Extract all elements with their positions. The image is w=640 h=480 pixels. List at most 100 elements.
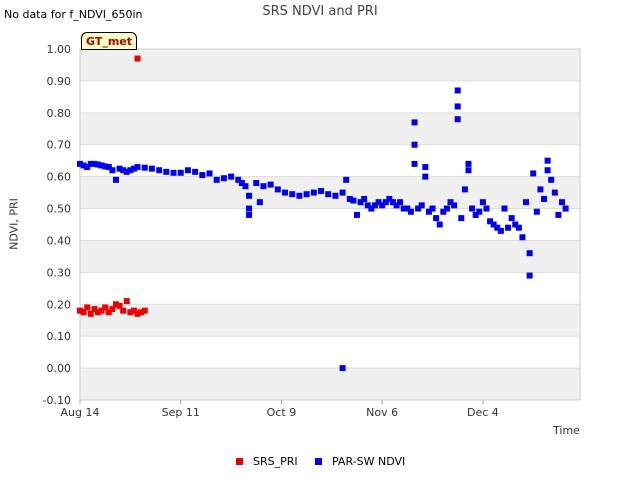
par-sw-ndvi-point [544, 167, 551, 174]
par-sw-ndvi-point [537, 186, 544, 193]
plot-band [80, 240, 580, 273]
par-sw-ndvi-point [220, 175, 227, 182]
srs-pri-point [134, 55, 141, 62]
par-sw-ndvi-point [256, 199, 263, 206]
par-sw-ndvi-point [303, 191, 310, 198]
par-sw-ndvi-point [134, 164, 141, 171]
par-sw-ndvi-point [497, 227, 504, 234]
par-sw-ndvi-point [228, 173, 235, 180]
y-tick-label: 0.70 [47, 139, 72, 152]
par-sw-ndvi-point [332, 192, 339, 199]
scatter-chart: -0.100.000.100.200.300.400.500.600.700.8… [43, 43, 581, 419]
legend-item-par-sw-ndvi[interactable]: PAR-SW NDVI [315, 455, 405, 468]
par-sw-ndvi-point [350, 197, 357, 204]
y-tick-label: 0.10 [47, 330, 72, 343]
par-sw-ndvi-point [436, 221, 443, 228]
par-sw-ndvi-point [289, 191, 296, 198]
par-sw-ndvi-point [465, 167, 472, 174]
par-sw-ndvi-point [310, 189, 317, 196]
y-tick-label: 1.00 [47, 43, 72, 56]
par-sw-ndvi-point [407, 208, 414, 215]
y-tick-label: 0.00 [47, 362, 72, 375]
par-sw-ndvi-point [422, 173, 429, 180]
par-sw-ndvi-point [544, 157, 551, 164]
par-sw-ndvi-point [458, 215, 465, 222]
plot-frame [79, 48, 581, 401]
par-sw-ndvi-point [246, 211, 253, 218]
par-sw-ndvi-point [454, 87, 461, 94]
par-sw-ndvi-point [199, 172, 206, 179]
par-sw-ndvi-point [141, 164, 148, 171]
par-sw-ndvi-point [433, 215, 440, 222]
par-sw-ndvi-point [530, 170, 537, 177]
station-badge[interactable]: GT_met [81, 32, 137, 50]
par-sw-ndvi-point [508, 215, 515, 222]
legend-swatch-srs-pri [236, 458, 243, 465]
par-sw-ndvi-point [461, 186, 468, 193]
par-sw-ndvi-point [253, 180, 260, 187]
x-tick-label: Sep 11 [162, 406, 200, 419]
y-tick-label: 0.20 [47, 298, 72, 311]
srs-pri-point [141, 307, 148, 314]
par-sw-ndvi-point [501, 205, 508, 212]
par-sw-ndvi-point [184, 167, 191, 174]
srs-pri-point [120, 307, 127, 314]
par-sw-ndvi-point [296, 192, 303, 199]
srs-pri-point [123, 298, 130, 305]
x-tick-label: Dec 4 [467, 406, 499, 419]
par-sw-ndvi-point [454, 103, 461, 110]
par-sw-ndvi-point [339, 189, 346, 196]
par-sw-ndvi-point [551, 189, 558, 196]
par-sw-ndvi-point [267, 181, 274, 188]
par-sw-ndvi-point [418, 202, 425, 209]
par-sw-ndvi-point [443, 205, 450, 212]
par-sw-ndvi-point [523, 199, 530, 206]
par-sw-ndvi-point [465, 160, 472, 167]
par-sw-ndvi-point [112, 176, 119, 183]
par-sw-ndvi-point [526, 250, 533, 257]
par-sw-ndvi-point [170, 169, 177, 176]
y-tick-label: 0.80 [47, 107, 72, 120]
par-sw-ndvi-point [325, 191, 332, 198]
x-tick-label: Nov 6 [366, 406, 398, 419]
par-sw-ndvi-point [318, 187, 325, 194]
plot-band [80, 368, 580, 400]
par-sw-ndvi-point [206, 170, 213, 177]
par-sw-ndvi-point [177, 169, 184, 176]
y-tick-labels: -0.100.000.100.200.300.400.500.600.700.8… [43, 43, 71, 407]
y-tick-label: 0.30 [47, 266, 72, 279]
par-sw-ndvi-point [454, 116, 461, 123]
par-sw-ndvi-point [148, 165, 155, 172]
par-sw-ndvi-point [109, 167, 116, 174]
par-sw-ndvi-point [163, 168, 170, 175]
par-sw-ndvi-point [343, 176, 350, 183]
par-sw-ndvi-point [479, 199, 486, 206]
par-sw-ndvi-point [260, 183, 267, 190]
par-sw-ndvi-point [192, 168, 199, 175]
par-sw-ndvi-point [476, 208, 483, 215]
plot-band [80, 304, 580, 337]
par-sw-ndvi-point [282, 189, 289, 196]
par-sw-ndvi-point [361, 195, 368, 202]
gridlines [79, 48, 580, 404]
plot-band [80, 112, 580, 145]
par-sw-ndvi-point [246, 205, 253, 212]
par-sw-ndvi-point [339, 365, 346, 372]
x-tick-labels: Aug 14 Sep 11 Oct 9 Nov 6 Dec 4 [61, 406, 499, 419]
legend-item-srs-pri[interactable]: SRS_PRI [236, 455, 298, 468]
x-tick-label: Oct 9 [267, 406, 297, 419]
par-sw-ndvi-point [242, 183, 249, 190]
par-sw-ndvi-point [562, 205, 569, 212]
par-sw-ndvi-point [483, 205, 490, 212]
par-sw-ndvi-point [505, 224, 512, 231]
legend-label-par-sw-ndvi: PAR-SW NDVI [332, 455, 406, 468]
y-tick-label: 0.60 [47, 171, 72, 184]
y-tick-label: 0.50 [47, 203, 72, 216]
legend-label-srs-pri: SRS_PRI [253, 455, 298, 468]
par-sw-ndvi-point [422, 164, 429, 171]
par-sw-ndvi-point [429, 205, 436, 212]
par-sw-ndvi-point [411, 160, 418, 167]
legend-swatch-par-sw-ndvi [315, 458, 322, 465]
par-sw-ndvi-point [526, 272, 533, 279]
par-sw-ndvi-point [555, 211, 562, 218]
